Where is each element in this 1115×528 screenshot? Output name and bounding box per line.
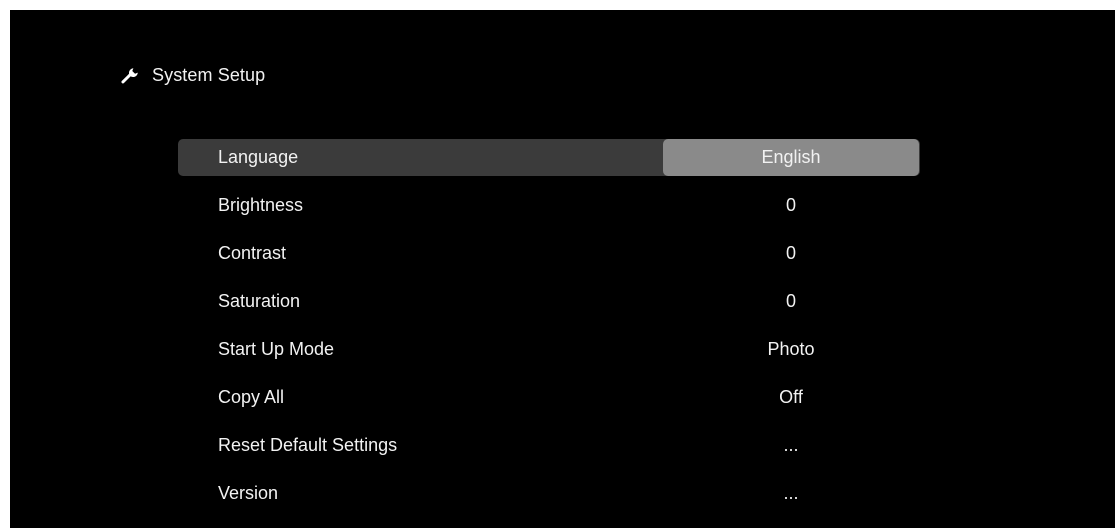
row-value: English <box>761 147 821 167</box>
menu-row-brightness[interactable]: Brightness 0 <box>178 187 920 224</box>
settings-menu: Language English Brightness 0 Contrast 0… <box>178 139 920 523</box>
menu-row-version[interactable]: Version ... <box>178 475 920 512</box>
row-value-box[interactable]: Off <box>663 379 919 416</box>
menu-row-start-up-mode[interactable]: Start Up Mode Photo <box>178 331 920 368</box>
page-title: System Setup <box>152 64 266 85</box>
row-label: Brightness <box>218 195 304 215</box>
row-value-box[interactable]: 0 <box>663 283 919 320</box>
row-label: Reset Default Settings <box>218 435 398 455</box>
menu-row-copy-all[interactable]: Copy All Off <box>178 379 920 416</box>
row-label: Saturation <box>218 291 301 311</box>
row-value: ... <box>783 483 799 503</box>
row-value-box[interactable]: ... <box>663 475 919 512</box>
row-value: Photo <box>767 339 815 359</box>
row-label: Version <box>218 483 279 503</box>
row-value-box[interactable]: Photo <box>663 331 919 368</box>
page-header: System Setup <box>120 62 265 88</box>
wrench-icon <box>121 68 138 84</box>
menu-row-contrast[interactable]: Contrast 0 <box>178 235 920 272</box>
row-value: ... <box>783 435 799 455</box>
row-label: Start Up Mode <box>218 339 335 359</box>
row-value: 0 <box>785 195 796 215</box>
row-value-box[interactable]: English <box>663 139 919 176</box>
row-label: Contrast <box>218 243 287 263</box>
menu-row-reset-default-settings[interactable]: Reset Default Settings ... <box>178 427 920 464</box>
row-value: 0 <box>785 291 796 311</box>
menu-row-language[interactable]: Language English <box>178 139 920 176</box>
row-value-box[interactable]: ... <box>663 427 919 464</box>
row-value-box[interactable]: 0 <box>663 187 919 224</box>
setup-screen: System Setup Language English Brightness… <box>10 10 1115 528</box>
row-label: Copy All <box>218 387 285 407</box>
row-value: Off <box>779 387 803 407</box>
row-value-box[interactable]: 0 <box>663 235 919 272</box>
menu-row-saturation[interactable]: Saturation 0 <box>178 283 920 320</box>
row-value: 0 <box>785 243 796 263</box>
row-label: Language <box>218 147 299 167</box>
